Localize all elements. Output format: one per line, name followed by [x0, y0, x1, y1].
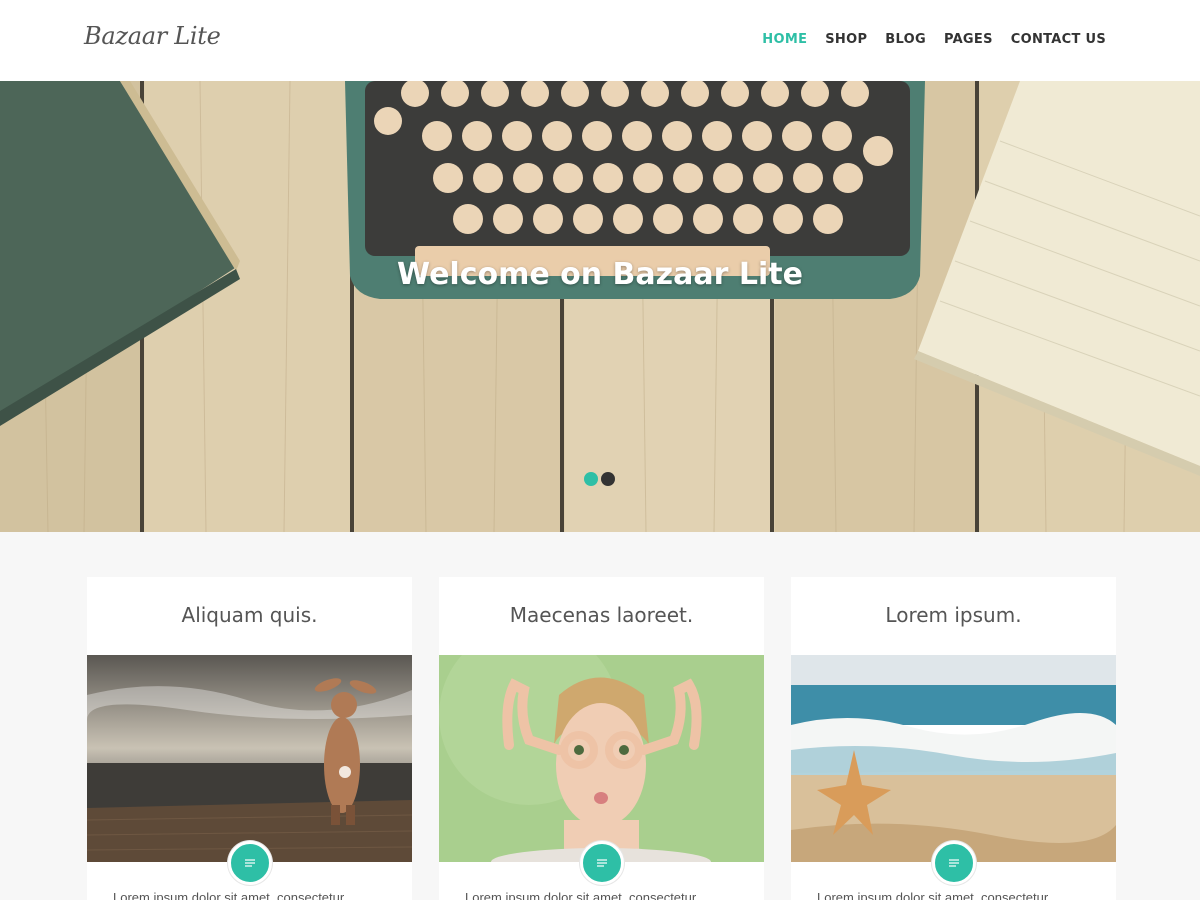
post-format-icon[interactable] [228, 841, 272, 885]
post-card: Lorem ipsum. Lorem ipsum dolor sit amet,… [791, 577, 1116, 900]
post-title[interactable]: Maecenas laoreet. [439, 603, 764, 627]
post-thumbnail[interactable] [791, 655, 1116, 862]
nav-home[interactable]: HOME [762, 32, 807, 47]
post-thumbnail[interactable] [439, 655, 764, 862]
site-header: Bazaar Lite HOME SHOP BLOG PAGES CONTACT… [0, 0, 1200, 81]
post-excerpt: Lorem ipsum dolor sit amet, consectetur [465, 890, 697, 900]
hero-slider: Welcome on Bazaar Lite [0, 81, 1200, 532]
post-title[interactable]: Aliquam quis. [87, 603, 412, 627]
nav-contact-us[interactable]: CONTACT US [1011, 32, 1106, 47]
nav-blog[interactable]: BLOG [885, 32, 926, 47]
slider-dot-2[interactable] [601, 472, 615, 486]
post-card: Maecenas laoreet. Lorem ipsum dolor sit … [439, 577, 764, 900]
post-format-icon[interactable] [580, 841, 624, 885]
main-nav: HOME SHOP BLOG PAGES CONTACT US [762, 32, 1106, 47]
slider-pagination [584, 472, 615, 486]
nav-pages[interactable]: PAGES [944, 32, 993, 47]
post-excerpt: Lorem ipsum dolor sit amet, consectetur [113, 890, 345, 900]
post-excerpt: Lorem ipsum dolor sit amet, consectetur [817, 890, 1049, 900]
slider-dot-1[interactable] [584, 472, 598, 486]
nav-shop[interactable]: SHOP [825, 32, 867, 47]
post-card: Aliquam quis. Lorem ipsum dolor sit amet… [87, 577, 412, 900]
post-format-icon[interactable] [932, 841, 976, 885]
hero-background-image [0, 81, 1200, 532]
site-logo[interactable]: Bazaar Lite [84, 22, 221, 50]
post-thumbnail[interactable] [87, 655, 412, 862]
post-title[interactable]: Lorem ipsum. [791, 603, 1116, 627]
hero-title: Welcome on Bazaar Lite [397, 257, 803, 292]
